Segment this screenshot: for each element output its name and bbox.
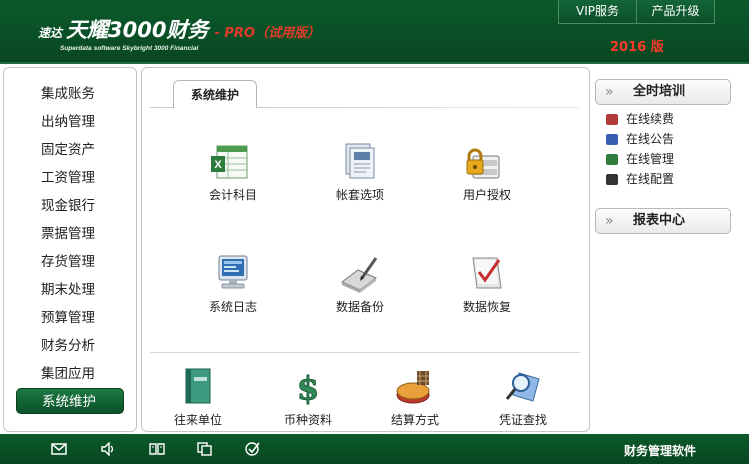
tile-label: 结算方式 [390, 413, 439, 427]
double-chevron-icon: » [605, 84, 614, 100]
training-button[interactable]: » 全时培训 [595, 79, 731, 105]
sidebar-item-cashier[interactable]: 出纳管理 [16, 109, 124, 135]
tile-label: 用户授权 [462, 188, 511, 202]
app-header: 速达 天耀3000财务 - PRO（试用版） Superdata softwar… [0, 0, 749, 62]
sidebar-item-group-apps[interactable]: 集团应用 [16, 361, 124, 387]
backup-edit-icon [341, 257, 378, 293]
app-footer: 财务管理软件 [0, 434, 749, 464]
tile-book-options[interactable]: 帐套选项 [315, 140, 405, 210]
lock-user-icon [466, 148, 500, 179]
link-label: 在线续费 [626, 112, 675, 126]
tile-label: 往来单位 [173, 413, 222, 427]
logo-edition: - PRO（试用版） [214, 26, 320, 41]
svg-text:$: $ [297, 369, 319, 407]
copy-icon[interactable] [197, 442, 213, 456]
search-magnifier-icon [505, 372, 540, 402]
training-title: 全时培训 [633, 84, 686, 99]
tile-data-backup[interactable]: 数据备份 [315, 252, 405, 322]
logo-subtitle: Superdata software Skybright 3000 Financ… [60, 45, 199, 52]
book-icon [606, 154, 618, 165]
tile-data-restore[interactable]: 数据恢复 [442, 252, 532, 322]
restore-check-icon [472, 257, 502, 289]
folder-documents-icon [345, 143, 375, 179]
content-frame: 集成账务 出纳管理 固定资产 工资管理 现金银行 票据管理 存货管理 期末处理 … [0, 62, 749, 434]
green-book-icon [185, 368, 211, 404]
link-online-management[interactable]: 在线管理 [606, 150, 674, 168]
tile-label: 数据备份 [335, 300, 384, 314]
book-icon [606, 174, 618, 185]
tile-account-subjects[interactable]: X 会计科目 [188, 140, 278, 210]
sidebar-item-bills[interactable]: 票据管理 [16, 221, 124, 247]
section-divider [150, 352, 580, 353]
tile-settlement-methods[interactable]: 结算方式 [370, 365, 460, 435]
tile-label: 数据恢复 [462, 300, 511, 314]
logo-main: 天耀3000财务 [66, 18, 209, 42]
report-center-title: 报表中心 [633, 213, 686, 228]
main-panel: 系统维护 X 会计科目 帐套选项 用户授权 系统日志 数据备份 数据恢复 往来单… [141, 67, 590, 432]
sidebar-item-period-end[interactable]: 期末处理 [16, 277, 124, 303]
tile-label: 币种资料 [283, 413, 332, 427]
sidebar-item-budget[interactable]: 预算管理 [16, 305, 124, 331]
product-logo: 速达 天耀3000财务 - PRO（试用版） Superdata softwar… [38, 14, 320, 52]
tab-system-maintenance[interactable]: 系统维护 [173, 80, 257, 108]
spreadsheet-icon: X [211, 145, 248, 179]
logo-prefix: 速达 [38, 26, 63, 40]
tile-currencies[interactable]: $ 币种资料 [263, 365, 353, 435]
svg-text:X: X [214, 159, 222, 171]
link-label: 在线管理 [626, 152, 675, 166]
version-year-badge: 2016 版 [610, 40, 664, 55]
check-circle-icon[interactable] [245, 442, 261, 456]
report-center-button[interactable]: » 报表中心 [595, 208, 731, 234]
sidebar-item-cash-bank[interactable]: 现金银行 [16, 193, 124, 219]
sidebar-item-integrated-accounting[interactable]: 集成账务 [16, 81, 124, 107]
right-panel: » 全时培训 在线续费 在线公告 在线管理 在线配置 » 报表中心 [594, 67, 746, 432]
product-upgrade-link[interactable]: 产品升级 [636, 0, 714, 23]
double-chevron-icon: » [605, 213, 614, 229]
mail-icon[interactable] [51, 442, 67, 456]
link-label: 在线公告 [626, 132, 675, 146]
link-online-notice[interactable]: 在线公告 [606, 130, 674, 148]
tile-user-authorization[interactable]: 用户授权 [442, 140, 532, 210]
link-online-config[interactable]: 在线配置 [606, 170, 674, 188]
sidebar-item-payroll[interactable]: 工资管理 [16, 165, 124, 191]
book-icon [606, 114, 618, 125]
sidebar-item-system-maintenance[interactable]: 系统维护 [16, 388, 124, 414]
tile-label: 帐套选项 [335, 188, 384, 202]
tile-contacts[interactable]: 往来单位 [153, 365, 243, 435]
footer-product-label: 财务管理软件 [624, 444, 697, 458]
link-online-renewal[interactable]: 在线续费 [606, 110, 674, 128]
speaker-icon[interactable] [100, 442, 116, 456]
sidebar-item-financial-analysis[interactable]: 财务分析 [16, 333, 124, 359]
sidebar-item-fixed-assets[interactable]: 固定资产 [16, 137, 124, 163]
tile-label: 会计科目 [208, 188, 257, 202]
vip-service-link[interactable]: VIP服务 [559, 0, 636, 23]
book-icon[interactable] [149, 442, 165, 456]
computer-monitor-icon [218, 255, 248, 289]
top-nav: VIP服务 产品升级 [558, 0, 715, 24]
sidebar-item-inventory[interactable]: 存货管理 [16, 249, 124, 275]
module-sidebar: 集成账务 出纳管理 固定资产 工资管理 现金银行 票据管理 存货管理 期末处理 … [3, 67, 137, 432]
tile-label: 系统日志 [208, 300, 257, 314]
settlement-coins-icon [396, 371, 430, 404]
book-icon [606, 134, 618, 145]
currency-dollar-icon: $ [296, 369, 319, 408]
link-label: 在线配置 [626, 172, 675, 186]
tile-voucher-search[interactable]: 凭证查找 [478, 365, 568, 435]
tile-label: 凭证查找 [498, 413, 547, 427]
tile-system-log[interactable]: 系统日志 [188, 252, 278, 322]
